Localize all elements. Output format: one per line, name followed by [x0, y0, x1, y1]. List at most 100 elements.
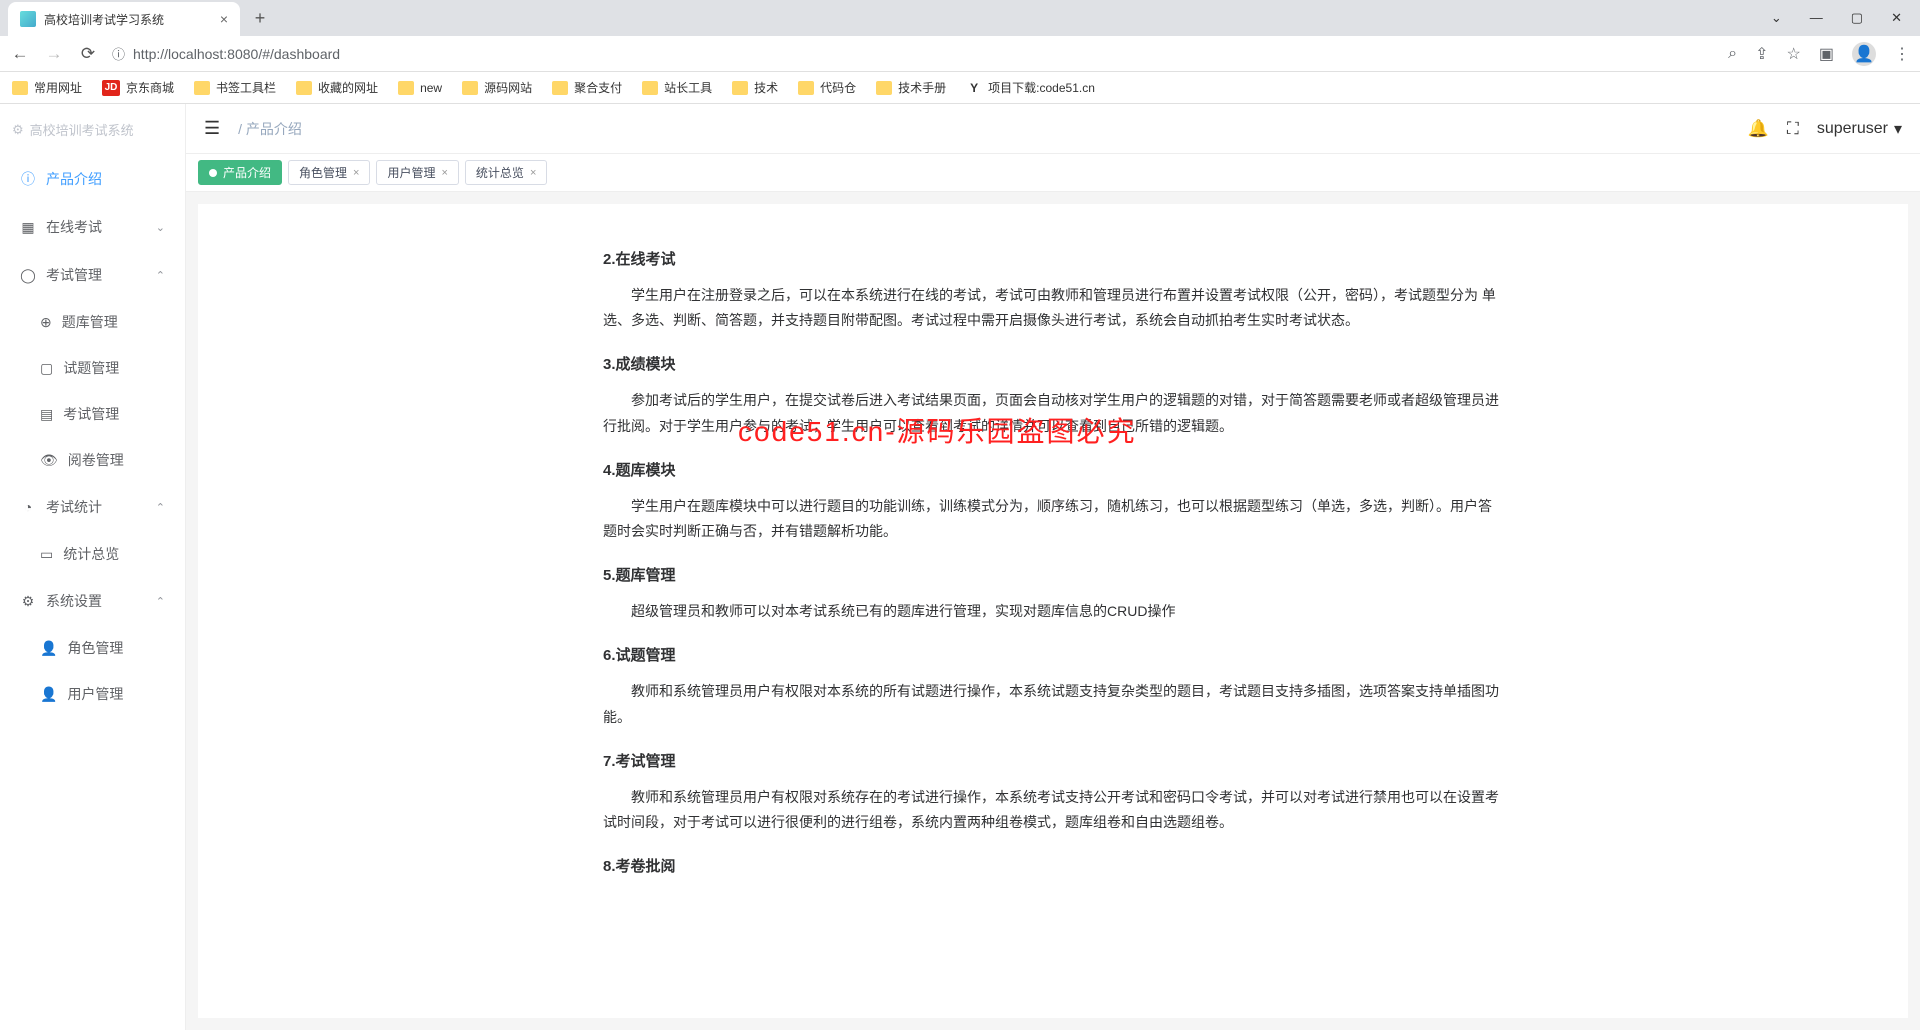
bookmark-item[interactable]: 代码仓	[798, 79, 856, 96]
folder-icon	[876, 81, 892, 95]
target-icon: ⊕	[40, 314, 52, 331]
section-heading: 6.试题管理	[603, 642, 1503, 669]
chevron-down-icon[interactable]: ⌄	[1771, 10, 1782, 26]
bookmark-item[interactable]: 站长工具	[642, 79, 712, 96]
jd-icon: JD	[102, 80, 120, 96]
browser-tab[interactable]: 高校培训考试学习系统 ×	[8, 2, 240, 36]
info-icon: ⓘ	[112, 44, 125, 63]
topbar: ☰ / 产品介绍 🔔 ⛶ superuser ▾	[186, 104, 1920, 154]
section-heading: 8.考卷批阅	[603, 853, 1503, 880]
circle-icon: ◯	[20, 267, 36, 283]
bookmark-item[interactable]: 源码网站	[462, 79, 532, 96]
section-heading: 5.题库管理	[603, 562, 1503, 589]
grid-icon: ▦	[20, 219, 36, 235]
new-tab-button[interactable]: +	[246, 4, 274, 32]
bookmark-item[interactable]: 收藏的网址	[296, 79, 378, 96]
caret-down-icon: ▾	[1894, 119, 1902, 139]
browser-tab-bar: 高校培训考试学习系统 × + ⌄ ― ▢ ✕	[0, 0, 1920, 36]
sidebar: ⚙ 高校培训考试系统 ⓘ 产品介绍 ▦ 在线考试 ⌄ ◯ 考试管理 ⌃ ⊕题库管…	[0, 104, 186, 1030]
bell-icon[interactable]: 🔔	[1748, 119, 1769, 139]
bookmark-item[interactable]: new	[398, 81, 442, 95]
section-paragraph: 教师和系统管理员用户有权限对本系统的所有试题进行操作，本系统试题支持复杂类型的题…	[603, 679, 1503, 729]
section-heading: 2.在线考试	[603, 246, 1503, 273]
close-icon[interactable]: ×	[530, 167, 536, 179]
window-controls: ⌄ ― ▢ ✕	[1771, 10, 1920, 26]
hamburger-icon[interactable]: ☰	[204, 118, 220, 139]
bookmark-item[interactable]: 书签工具栏	[194, 79, 276, 96]
sidebar-item-label: 考试统计	[46, 497, 102, 517]
bookmark-item[interactable]: 常用网址	[12, 79, 82, 96]
sidebar-sub-user-manage[interactable]: 👤用户管理	[0, 671, 185, 717]
sidebar-item-label: 考试管理	[46, 265, 102, 285]
fullscreen-icon[interactable]: ⛶	[1787, 119, 1799, 139]
bookmark-item[interactable]: Y项目下载:code51.cn	[966, 79, 1095, 96]
tab-favicon	[20, 11, 36, 27]
bookmark-item[interactable]: 技术	[732, 79, 778, 96]
tab-stats-overview[interactable]: 统计总览×	[465, 160, 547, 185]
section-heading: 4.题库模块	[603, 457, 1503, 484]
folder-icon	[296, 81, 312, 95]
user-dropdown[interactable]: superuser ▾	[1817, 119, 1902, 139]
back-button[interactable]: ←	[10, 44, 30, 64]
sidebar-sub-questions[interactable]: ▢试题管理	[0, 345, 185, 391]
breadcrumb: / 产品介绍	[238, 119, 302, 139]
note-icon: ▢	[40, 360, 53, 377]
sidebar-item-label: 产品介绍	[46, 169, 102, 189]
sidebar-sub-review[interactable]: 👁阅卷管理	[0, 437, 185, 483]
maximize-icon[interactable]: ▢	[1851, 10, 1863, 26]
content-area: 2.在线考试 学生用户在注册登录之后，可以在本系统进行在线的考试，考试可由教师和…	[198, 204, 1908, 1018]
close-window-icon[interactable]: ✕	[1891, 10, 1902, 26]
close-icon[interactable]: ×	[441, 167, 447, 179]
folder-icon	[798, 81, 814, 95]
sidebar-item-system-settings[interactable]: ⚙ 系统设置 ⌃	[0, 577, 185, 625]
minimize-icon[interactable]: ―	[1810, 10, 1823, 26]
sidebar-item-label: 在线考试	[46, 217, 102, 237]
sidebar-title: ⚙ 高校培训考试系统	[0, 104, 185, 155]
forward-button[interactable]: →	[44, 44, 64, 64]
sidebar-item-exam-manage[interactable]: ◯ 考试管理 ⌃	[0, 251, 185, 299]
panel-icon[interactable]: ▣	[1819, 44, 1834, 64]
sidebar-sub-stats-overview[interactable]: ▭统计总览	[0, 531, 185, 577]
section-paragraph: 教师和系统管理员用户有权限对系统存在的考试进行操作，本系统考试支持公开考试和密码…	[603, 785, 1503, 835]
tab-product-intro[interactable]: 产品介绍	[198, 160, 282, 185]
sidebar-item-product-intro[interactable]: ⓘ 产品介绍	[0, 155, 185, 203]
star-icon[interactable]: ☆	[1787, 44, 1801, 64]
bookmark-item[interactable]: JD京东商城	[102, 79, 174, 96]
section-paragraph: 参加考试后的学生用户，在提交试卷后进入考试结果页面，页面会自动核对学生用户的逻辑…	[603, 388, 1503, 438]
sidebar-item-exam-stats[interactable]: ◔ 考试统计 ⌃	[0, 483, 185, 531]
sidebar-sub-role-manage[interactable]: 👤角色管理	[0, 625, 185, 671]
section-heading: 3.成绩模块	[603, 351, 1503, 378]
tab-close-icon[interactable]: ×	[220, 11, 228, 27]
menu-icon[interactable]: ⋮	[1894, 44, 1910, 64]
folder-icon	[194, 81, 210, 95]
tab-user-manage[interactable]: 用户管理×	[376, 160, 458, 185]
info-icon: ⓘ	[20, 171, 36, 187]
tab-title: 高校培训考试学习系统	[44, 11, 212, 28]
close-icon[interactable]: ×	[353, 167, 359, 179]
share-icon[interactable]: ⇪	[1755, 44, 1768, 64]
chevron-down-icon: ⌄	[156, 221, 165, 234]
gear-icon: ⚙	[12, 122, 24, 138]
folder-icon	[732, 81, 748, 95]
section-paragraph: 超级管理员和教师可以对本考试系统已有的题库进行管理，实现对题库信息的CRUD操作	[603, 599, 1503, 624]
sidebar-item-online-exam[interactable]: ▦ 在线考试 ⌄	[0, 203, 185, 251]
bookmarks-bar: 常用网址 JD京东商城 书签工具栏 收藏的网址 new 源码网站 聚合支付 站长…	[0, 72, 1920, 104]
sidebar-sub-question-bank[interactable]: ⊕题库管理	[0, 299, 185, 345]
site-icon: Y	[966, 80, 982, 96]
bookmark-item[interactable]: 聚合支付	[552, 79, 622, 96]
reload-button[interactable]: ⟳	[78, 44, 98, 64]
section-heading: 7.考试管理	[603, 748, 1503, 775]
username-label: superuser	[1817, 120, 1888, 138]
document-body: 2.在线考试 学生用户在注册登录之后，可以在本系统进行在线的考试，考试可由教师和…	[603, 246, 1503, 880]
search-icon[interactable]: ⌕	[1728, 45, 1737, 63]
folder-icon	[12, 81, 28, 95]
bookmark-item[interactable]: 技术手册	[876, 79, 946, 96]
section-paragraph: 学生用户在注册登录之后，可以在本系统进行在线的考试，考试可由教师和管理员进行布置…	[603, 283, 1503, 333]
chevron-up-icon: ⌃	[156, 595, 165, 608]
user-icon: 👤	[40, 686, 57, 703]
sidebar-sub-exam[interactable]: ▤考试管理	[0, 391, 185, 437]
tab-role-manage[interactable]: 角色管理×	[288, 160, 370, 185]
chart-icon: ▭	[40, 546, 53, 563]
url-input[interactable]: ⓘ http://localhost:8080/#/dashboard	[112, 44, 1714, 63]
profile-avatar[interactable]: 👤	[1852, 42, 1876, 66]
